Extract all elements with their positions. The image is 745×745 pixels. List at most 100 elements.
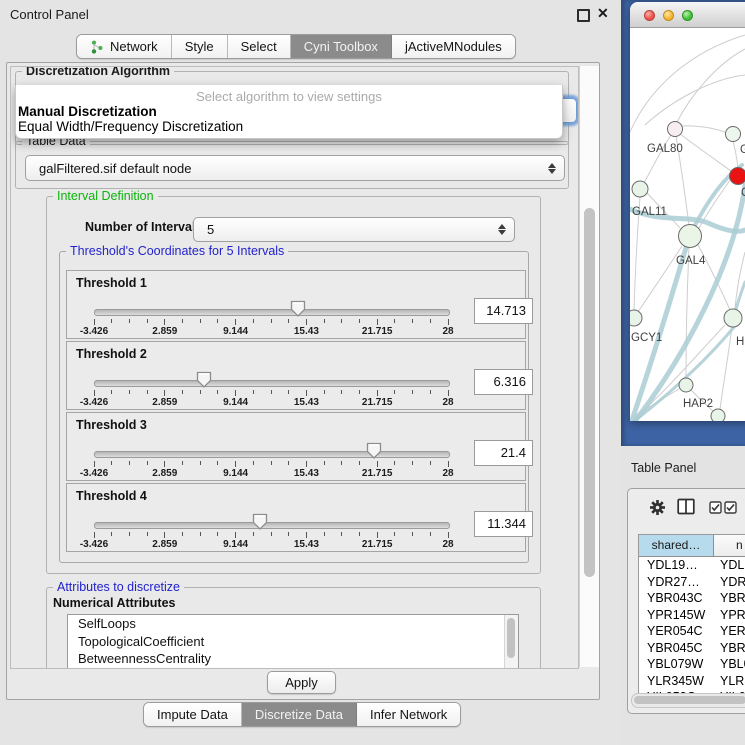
- column-header-name[interactable]: n: [714, 535, 745, 557]
- close-icon[interactable]: ✕: [597, 5, 609, 22]
- tick-mark: [324, 390, 325, 394]
- checkbox-icon[interactable]: [724, 501, 737, 514]
- table-row[interactable]: YPR145WYPR1: [639, 607, 745, 624]
- threshold-value-field[interactable]: 11.344: [474, 511, 533, 537]
- cell-name: YBR0: [720, 591, 745, 605]
- cell-name: YBL0: [720, 657, 745, 671]
- tab-impute-data[interactable]: Impute Data: [144, 703, 242, 726]
- float-window-icon[interactable]: [577, 9, 590, 22]
- cell-shared-name: YLR345W: [647, 674, 704, 688]
- network-edge: [686, 248, 689, 378]
- network-node-ga[interactable]: [726, 127, 741, 142]
- slider-thumb[interactable]: [290, 300, 307, 323]
- network-node-c[interactable]: [730, 168, 745, 185]
- network-edge: [680, 134, 731, 171]
- algorithm-option-equal-width[interactable]: Equal Width/Frequency Discretization: [18, 119, 243, 134]
- table-row[interactable]: YBR045CYBR0: [639, 640, 745, 657]
- attributes-scrollbar[interactable]: [504, 615, 518, 668]
- settings-scrollbar[interactable]: [579, 66, 599, 667]
- tick-mark: [217, 390, 218, 394]
- table-row[interactable]: YDR27…YDR2: [639, 574, 745, 591]
- tick-label: 28: [426, 468, 470, 479]
- tick-mark: [271, 319, 272, 323]
- table-panel: shared… n YDL19…YDL1YDR27…YDR2YBR043CYBR…: [627, 488, 745, 714]
- tab-infer-network[interactable]: Infer Network: [357, 703, 460, 726]
- cell-name: YBR0: [720, 641, 745, 655]
- cell-name: YPR1: [720, 608, 745, 622]
- table-hscrollbar[interactable]: [631, 693, 745, 708]
- threshold-label: Threshold 3: [76, 418, 147, 432]
- tick-mark: [377, 390, 378, 396]
- tick-mark: [147, 319, 148, 323]
- table-row[interactable]: YLR345WYLR3: [639, 673, 745, 690]
- network-edge: [645, 75, 745, 125]
- tick-mark: [94, 461, 95, 467]
- tab-style[interactable]: Style: [172, 35, 228, 58]
- network-node-hap2[interactable]: [679, 378, 693, 392]
- attributes-group: Attributes to discretize Numerical Attri…: [46, 587, 541, 669]
- attribute-item-selfloops[interactable]: SelfLoops: [68, 615, 518, 633]
- tick-label: 15.43: [284, 326, 328, 337]
- close-traffic-icon[interactable]: [644, 10, 655, 21]
- network-edge: [630, 35, 745, 132]
- scrollbar-thumb[interactable]: [634, 696, 745, 704]
- interval-definition-group: Interval Definition Number of Intervals …: [46, 196, 541, 574]
- threshold-value-field[interactable]: 14.713: [474, 298, 533, 324]
- tab-label: Select: [241, 39, 277, 54]
- slider-track[interactable]: [94, 380, 450, 387]
- table-row[interactable]: YBR043CYBR0: [639, 590, 745, 607]
- table-row[interactable]: YBL079WYBL0: [639, 656, 745, 673]
- slider-thumb[interactable]: [366, 442, 383, 465]
- threshold-label: Threshold 4: [76, 489, 147, 503]
- apply-button[interactable]: Apply: [267, 671, 336, 694]
- slider-thumb[interactable]: [196, 371, 213, 394]
- network-node-gal11[interactable]: [632, 181, 648, 197]
- tick-mark: [412, 319, 413, 323]
- checkbox-icon[interactable]: [709, 501, 722, 514]
- tick-mark: [412, 532, 413, 536]
- network-node[interactable]: [711, 409, 725, 421]
- network-node-h[interactable]: [724, 309, 742, 327]
- scrollbar-thumb[interactable]: [584, 208, 595, 577]
- algorithm-option-manual[interactable]: Manual Discretization: [18, 104, 157, 119]
- network-node-gal4[interactable]: [679, 225, 702, 248]
- tab-network[interactable]: Network: [77, 35, 172, 58]
- tick-mark: [111, 319, 112, 323]
- numerical-attributes-list[interactable]: SelfLoopsTopologicalCoefficientBetweenne…: [67, 614, 519, 669]
- network-edge: [733, 141, 738, 168]
- attribute-item-topologicalcoefficient[interactable]: TopologicalCoefficient: [68, 633, 518, 651]
- slider-track[interactable]: [94, 451, 450, 458]
- gear-icon[interactable]: [649, 499, 666, 516]
- table-data-combobox[interactable]: galFiltered.sif default node: [25, 155, 565, 181]
- split-view-icon[interactable]: [677, 498, 695, 515]
- num-intervals-combobox[interactable]: 5: [193, 217, 515, 242]
- tick-mark: [359, 319, 360, 323]
- network-canvas[interactable]: GAL80GACGAL11GAL4GCY1HHAP2: [630, 27, 745, 421]
- slider-track[interactable]: [94, 309, 450, 316]
- tick-mark: [430, 319, 431, 323]
- threshold-value-field[interactable]: 21.4: [474, 440, 533, 466]
- control-panel-titlebar: Control Panel ✕: [0, 0, 621, 28]
- tab-select[interactable]: Select: [228, 35, 291, 58]
- tick-mark: [182, 461, 183, 465]
- network-node-gcy1[interactable]: [630, 310, 642, 326]
- zoom-traffic-icon[interactable]: [682, 10, 693, 21]
- threshold-value-field[interactable]: 6.316: [474, 369, 533, 395]
- tab-discretize-data[interactable]: Discretize Data: [242, 703, 357, 726]
- network-node-label: HAP2: [683, 398, 713, 410]
- table-row[interactable]: YER054CYER0: [639, 623, 745, 640]
- minimize-traffic-icon[interactable]: [663, 10, 674, 21]
- group-title: Interval Definition: [53, 189, 158, 203]
- tick-mark: [377, 319, 378, 325]
- slider-thumb[interactable]: [252, 513, 269, 536]
- attribute-item-betweennesscentrality[interactable]: BetweennessCentrality: [68, 650, 518, 668]
- network-window-titlebar[interactable]: [630, 2, 745, 28]
- table-row[interactable]: YDL19…YDL1: [639, 557, 745, 574]
- tab-jactivemnodules[interactable]: jActiveMNodules: [392, 35, 515, 58]
- tick-mark: [182, 319, 183, 323]
- column-header-shared-name[interactable]: shared…: [639, 535, 714, 557]
- network-node-gal80[interactable]: [668, 122, 683, 137]
- tab-cyni-toolbox[interactable]: Cyni Toolbox: [291, 35, 392, 58]
- slider-track[interactable]: [94, 522, 450, 529]
- threshold-panel-4: Threshold 4-3.4262.8599.14415.4321.71528…: [66, 483, 526, 552]
